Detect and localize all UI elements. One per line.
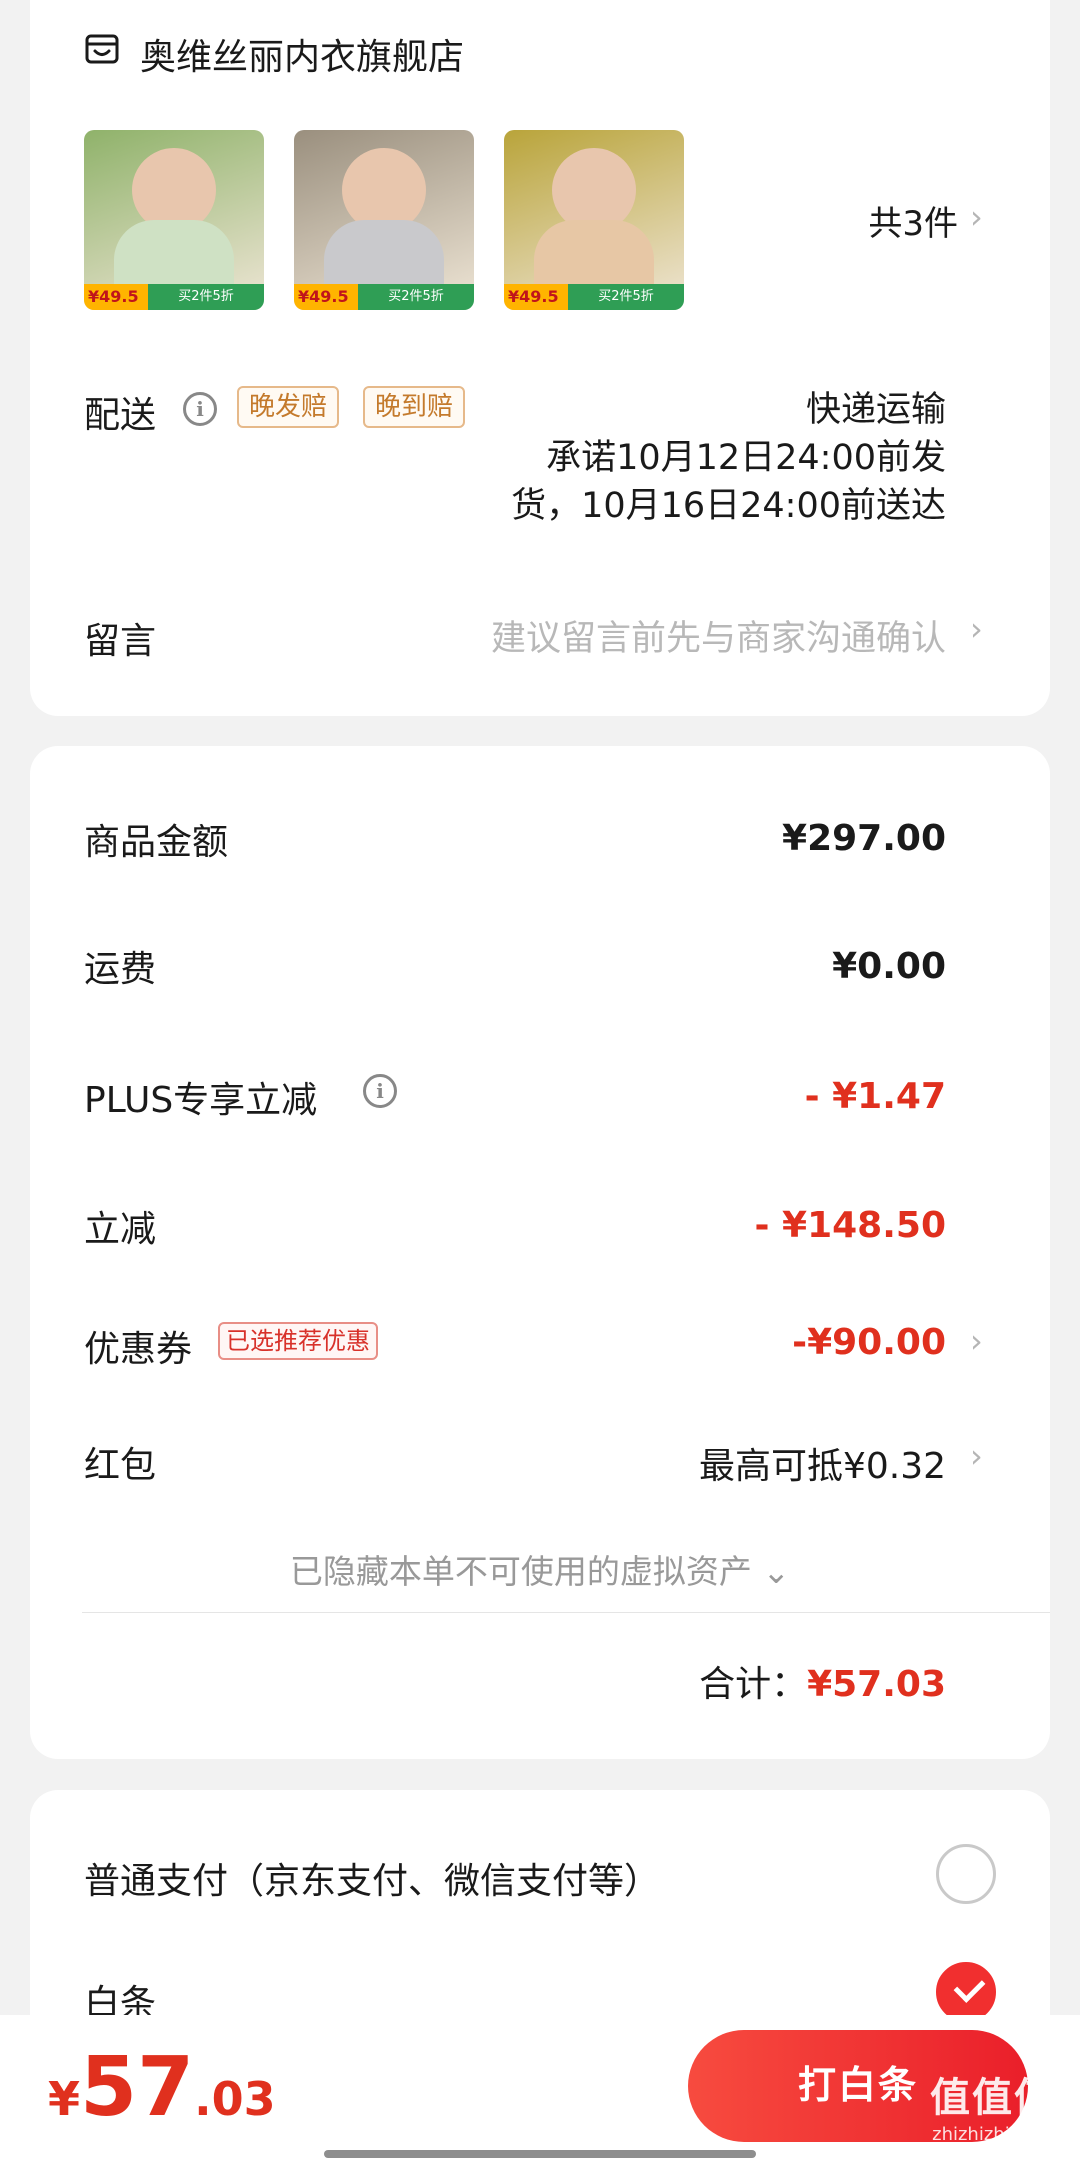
delivery-promise-line2: 货，10月16日24:00前送达 bbox=[511, 486, 946, 526]
final-price: ¥57.03 bbox=[48, 2040, 276, 2135]
remark-input[interactable]: 建议留言前先与商家沟通确认 bbox=[491, 610, 946, 661]
coupon-selected-tag: 已选推荐优惠 bbox=[218, 1322, 378, 1360]
product-price-tag: ¥49.5 bbox=[84, 284, 148, 310]
product-promo-tag: 买2件5折 bbox=[358, 284, 474, 310]
delivery-method: 快递运输 bbox=[805, 390, 946, 430]
final-price-integer: 57 bbox=[80, 2040, 195, 2135]
instant-discount-label: 立减 bbox=[84, 1209, 157, 1250]
watermark-main: 值值值 bbox=[930, 2074, 1056, 2121]
item-count[interactable]: 共3件 bbox=[868, 196, 958, 245]
price-card bbox=[30, 746, 1050, 1759]
delivery-info[interactable]: 快递运输 承诺10月12日24:00前发 货，10月16日24:00前送达 bbox=[426, 386, 946, 530]
late-ship-compensation-tag: 晚发赔 bbox=[237, 386, 340, 428]
red-packet-label: 红包 bbox=[84, 1445, 157, 1486]
chevron-right-icon[interactable]: › bbox=[970, 1437, 983, 1475]
product-thumbnail[interactable]: ¥49.5 买2件5折 bbox=[504, 130, 684, 310]
normal-payment-label[interactable]: 普通支付（京东支付、微信支付等） bbox=[84, 1852, 660, 1904]
baitiao-payment-radio[interactable] bbox=[936, 1962, 996, 2022]
normal-payment-radio[interactable] bbox=[936, 1844, 996, 1904]
plus-discount-value: - ¥1.47 bbox=[804, 1076, 946, 1117]
info-icon[interactable]: i bbox=[363, 1074, 397, 1108]
product-price-tag: ¥49.5 bbox=[504, 284, 568, 310]
product-promo-tag: 买2件5折 bbox=[148, 284, 264, 310]
final-price-decimal: .03 bbox=[194, 2072, 276, 2126]
final-price-currency: ¥ bbox=[48, 2072, 81, 2126]
product-price-tag: ¥49.5 bbox=[294, 284, 358, 310]
shop-name[interactable]: 奥维丝丽内衣旗舰店 bbox=[140, 28, 464, 80]
shop-icon bbox=[85, 34, 119, 64]
home-indicator[interactable] bbox=[324, 2150, 756, 2158]
total: 合计：¥57.03 bbox=[699, 1655, 946, 1707]
red-packet-value[interactable]: 最高可抵¥0.32 bbox=[699, 1437, 946, 1489]
shipping-fee-value: ¥0.00 bbox=[832, 946, 946, 987]
chevron-right-icon[interactable]: › bbox=[970, 1322, 983, 1360]
remark-label: 留言 bbox=[84, 621, 157, 662]
delivery-promise-line1: 承诺10月12日24:00前发 bbox=[546, 438, 946, 478]
chevron-right-icon[interactable]: › bbox=[970, 610, 983, 648]
info-icon[interactable]: i bbox=[183, 392, 217, 426]
divider bbox=[82, 1612, 1050, 1613]
delivery-label: 配送 bbox=[84, 395, 157, 436]
product-thumbnail[interactable]: ¥49.5 买2件5折 bbox=[84, 130, 264, 310]
coupon-value[interactable]: -¥90.00 bbox=[792, 1322, 946, 1363]
product-thumbnail[interactable]: ¥49.5 买2件5折 bbox=[294, 130, 474, 310]
watermark-logo: 值值值 zhizhizhi.com bbox=[918, 2072, 1068, 2158]
goods-amount-value: ¥297.00 bbox=[782, 818, 946, 859]
instant-discount-value: - ¥148.50 bbox=[754, 1205, 946, 1246]
hidden-assets-toggle[interactable]: 已隐藏本单不可使用的虚拟资产 ⌄ bbox=[0, 1545, 1080, 1593]
plus-discount-label: PLUS专享立减 bbox=[84, 1080, 318, 1121]
chevron-right-icon[interactable]: › bbox=[970, 198, 983, 236]
coupon-label: 优惠券 bbox=[84, 1329, 193, 1370]
product-promo-tag: 买2件5折 bbox=[568, 284, 684, 310]
goods-amount-label: 商品金额 bbox=[84, 822, 229, 863]
total-value: ¥57.03 bbox=[807, 1664, 946, 1705]
shipping-fee-label: 运费 bbox=[84, 949, 157, 990]
shop-card bbox=[30, 0, 1050, 716]
total-label: 合计： bbox=[699, 1664, 808, 1705]
watermark-sub: zhizhizhi.com bbox=[932, 2124, 1054, 2145]
